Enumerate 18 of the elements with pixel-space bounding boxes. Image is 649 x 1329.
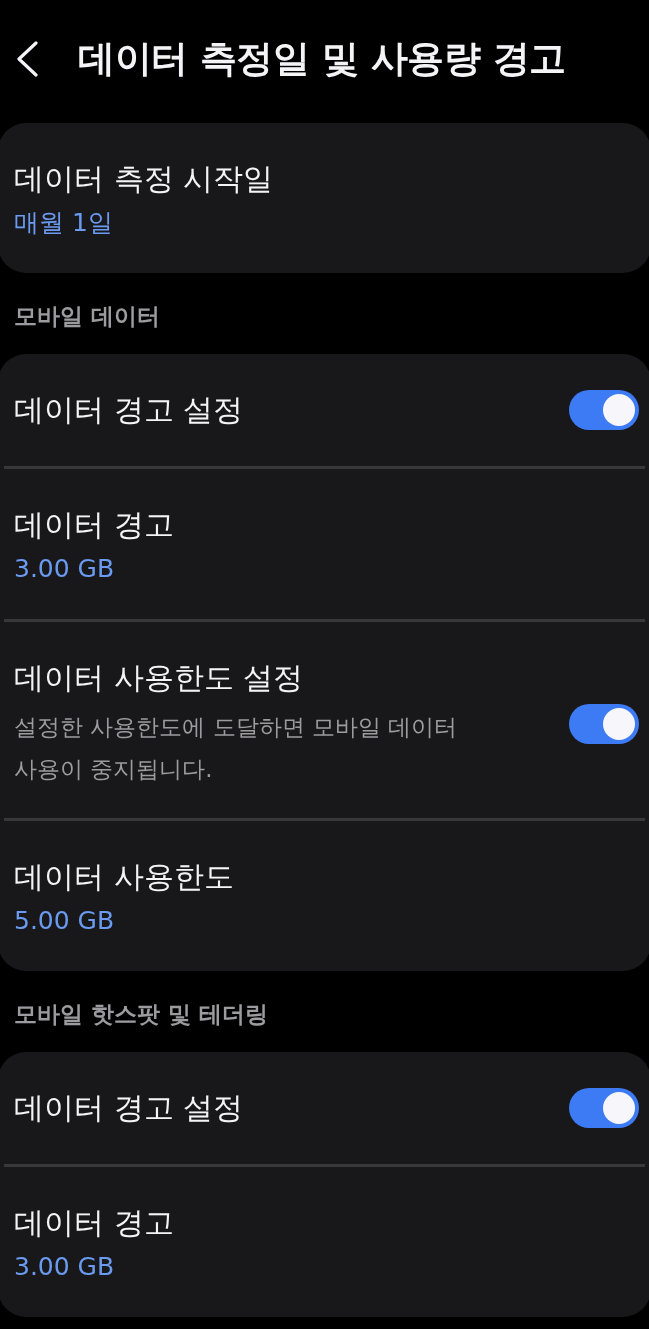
setting-title: 데이터 경고 설정 [14, 391, 244, 429]
setting-title: 데이터 경고 설정 [14, 1089, 244, 1127]
setting-title: 데이터 경고 [14, 1204, 174, 1242]
setting-value: 3.00 GB [14, 553, 115, 585]
setting-value: 3.00 GB [14, 1251, 115, 1283]
setting-value: 매월 1일 [14, 207, 113, 239]
page-title: 데이터 측정일 및 사용량 경고 [78, 35, 566, 82]
setting-value: 5.00 GB [14, 905, 115, 937]
setting-title: 데이터 사용한도 [14, 858, 234, 896]
setting-description: 설정한 사용한도에 도달하면 모바일 데이터 사용이 중지됩니다. [14, 713, 459, 784]
setting-title: 데이터 사용한도 설정 [14, 659, 304, 697]
section-heading: 모바일 데이터 [14, 302, 160, 331]
toggle-switch[interactable] [569, 704, 639, 744]
setting-title: 데이터 측정 시작일 [14, 160, 274, 198]
setting-title: 데이터 경고 [14, 506, 174, 544]
toggle-switch[interactable] [569, 390, 639, 430]
toggle-switch[interactable] [569, 1088, 639, 1128]
section-heading: 모바일 핫스팟 및 테더링 [14, 1000, 269, 1029]
